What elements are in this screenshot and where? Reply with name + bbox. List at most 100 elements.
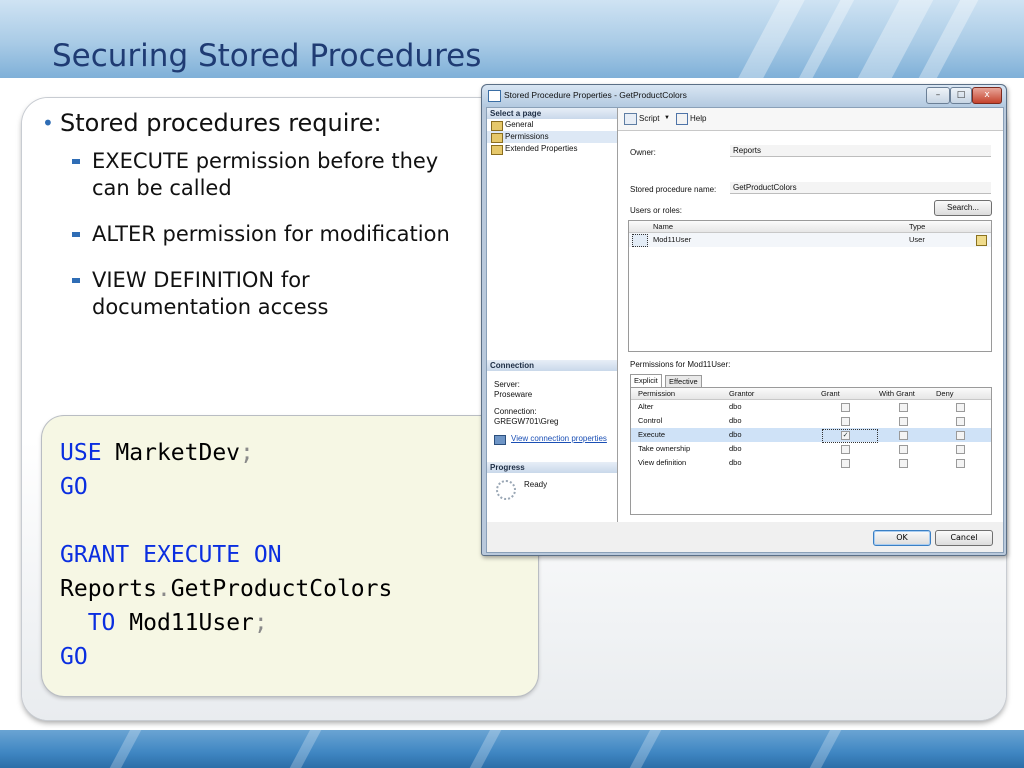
- sp-name-field[interactable]: GetProductColors: [730, 182, 991, 194]
- table-row[interactable]: Control dbo: [631, 414, 991, 428]
- progress-header: Progress: [487, 462, 617, 473]
- select-page-header: Select a page: [487, 108, 617, 119]
- deny-checkbox[interactable]: [956, 431, 965, 440]
- code-identifier: MarketDev: [115, 440, 241, 466]
- view-connection-link[interactable]: View connection properties: [511, 434, 607, 443]
- with-grant-checkbox[interactable]: [899, 431, 908, 440]
- cancel-button[interactable]: Cancel: [935, 530, 993, 546]
- decor-streak: [281, 730, 329, 768]
- deny-checkbox[interactable]: [956, 417, 965, 426]
- with-grant-checkbox[interactable]: [899, 403, 908, 412]
- grant-checkbox[interactable]: [841, 403, 850, 412]
- square-bullet-icon: [72, 278, 80, 283]
- decor-streak: [787, 0, 865, 78]
- server-value: Proseware: [494, 390, 533, 399]
- grant-checkbox[interactable]: ✓: [822, 429, 878, 443]
- user-type: User: [909, 235, 925, 244]
- code-keyword: ON: [253, 542, 282, 568]
- help-icon: [676, 113, 688, 125]
- permission-name: Take ownership: [638, 444, 691, 453]
- close-button[interactable]: x: [972, 87, 1002, 104]
- tab-explicit[interactable]: Explicit: [630, 374, 662, 388]
- deny-checkbox[interactable]: [956, 403, 965, 412]
- deny-checkbox[interactable]: [956, 445, 965, 454]
- sub-bullet: VIEW DEFINITION for documentation access: [72, 267, 472, 321]
- with-grant-checkbox[interactable]: [899, 459, 908, 468]
- sub-bullet-text: VIEW DEFINITION for documentation access: [92, 268, 329, 319]
- page-extended-properties[interactable]: Extended Properties: [487, 143, 617, 155]
- grantor-name: dbo: [729, 458, 742, 467]
- dialog-toolbar: Script ▼ Help: [618, 108, 1003, 131]
- square-bullet-icon: [72, 159, 80, 164]
- connection-label: Connection:: [494, 407, 537, 416]
- grant-checkbox[interactable]: [841, 417, 850, 426]
- properties-dialog: Stored Procedure Properties - GetProduct…: [481, 84, 1007, 556]
- user-name: Mod11User: [653, 235, 692, 244]
- page-permissions[interactable]: Permissions: [487, 131, 617, 143]
- decor-streak: [728, 0, 814, 78]
- page-icon: [491, 121, 503, 131]
- ok-button[interactable]: OK: [873, 530, 931, 546]
- sub-bullet-text: EXECUTE permission before they can be ca…: [92, 149, 439, 200]
- code-punct: ;: [240, 440, 254, 466]
- sub-bullet-text: ALTER permission for modification: [92, 222, 450, 246]
- decor-streak: [461, 730, 509, 768]
- script-button[interactable]: Script: [639, 114, 659, 123]
- table-row[interactable]: View definition dbo: [631, 456, 991, 470]
- users-grid-header: Name Type: [629, 221, 991, 233]
- grantor-name: dbo: [729, 416, 742, 425]
- main-bullet: • Stored procedures require:: [42, 108, 472, 138]
- permission-name: View definition: [638, 458, 687, 467]
- grant-checkbox[interactable]: [841, 459, 850, 468]
- edit-properties-icon[interactable]: [976, 235, 987, 246]
- permission-name: Alter: [638, 402, 654, 411]
- table-row[interactable]: Mod11User User: [629, 233, 991, 247]
- focus-rect: [822, 429, 878, 443]
- with-grant-checkbox[interactable]: [899, 417, 908, 426]
- dialog-title: Stored Procedure Properties - GetProduct…: [504, 90, 687, 100]
- connection-icon: [494, 435, 506, 445]
- search-button[interactable]: Search...: [934, 200, 992, 216]
- script-icon: [624, 113, 637, 125]
- square-bullet-icon: [72, 232, 80, 237]
- with-grant-checkbox[interactable]: [899, 445, 908, 454]
- code-identifier: GetProductColors: [170, 576, 393, 602]
- decor-streak: [101, 730, 149, 768]
- sub-bullet: ALTER permission for modification: [72, 221, 472, 248]
- code-punct: ;: [253, 610, 268, 636]
- main-bullet-text: Stored procedures require:: [60, 109, 382, 137]
- grantor-name: dbo: [729, 444, 742, 453]
- table-row[interactable]: Execute dbo ✓: [631, 428, 991, 443]
- column-header-deny[interactable]: Deny: [936, 388, 954, 399]
- dialog-titlebar[interactable]: Stored Procedure Properties - GetProduct…: [482, 85, 1006, 107]
- help-button[interactable]: Help: [690, 114, 706, 123]
- column-header-grant[interactable]: Grant: [821, 388, 840, 399]
- script-dropdown-icon[interactable]: ▼: [664, 115, 670, 121]
- code-keyword: USE: [60, 440, 102, 466]
- permission-name: Control: [638, 416, 663, 425]
- owner-field[interactable]: Reports: [730, 145, 991, 157]
- bullet-dot-icon: •: [42, 111, 54, 135]
- minimize-button[interactable]: –: [926, 87, 950, 104]
- column-header-grantor[interactable]: Grantor: [729, 388, 754, 399]
- page-label: Extended Properties: [505, 144, 578, 153]
- column-header-type[interactable]: Type: [909, 221, 925, 232]
- column-header-name[interactable]: Name: [653, 221, 673, 232]
- code-keyword: EXECUTE: [143, 542, 241, 568]
- code-keyword: GRANT: [60, 542, 130, 568]
- grant-checkbox[interactable]: [841, 445, 850, 454]
- column-header-permission[interactable]: Permission: [638, 388, 675, 399]
- sub-bullet: EXECUTE permission before they can be ca…: [72, 148, 472, 202]
- left-pane: Select a page General Permissions Extend…: [487, 108, 618, 522]
- footer-band: [0, 730, 1024, 768]
- table-row[interactable]: Take ownership dbo: [631, 442, 991, 456]
- column-header-with-grant[interactable]: With Grant: [879, 388, 915, 399]
- connection-header: Connection: [487, 360, 617, 371]
- code-keyword: GO: [60, 644, 88, 670]
- maximize-button[interactable]: □: [950, 87, 972, 104]
- deny-checkbox[interactable]: [956, 459, 965, 468]
- users-grid: Name Type Mod11User User: [628, 220, 992, 352]
- users-label: Users or roles:: [630, 206, 683, 215]
- table-row[interactable]: Alter dbo: [631, 400, 991, 414]
- page-general[interactable]: General: [487, 119, 617, 131]
